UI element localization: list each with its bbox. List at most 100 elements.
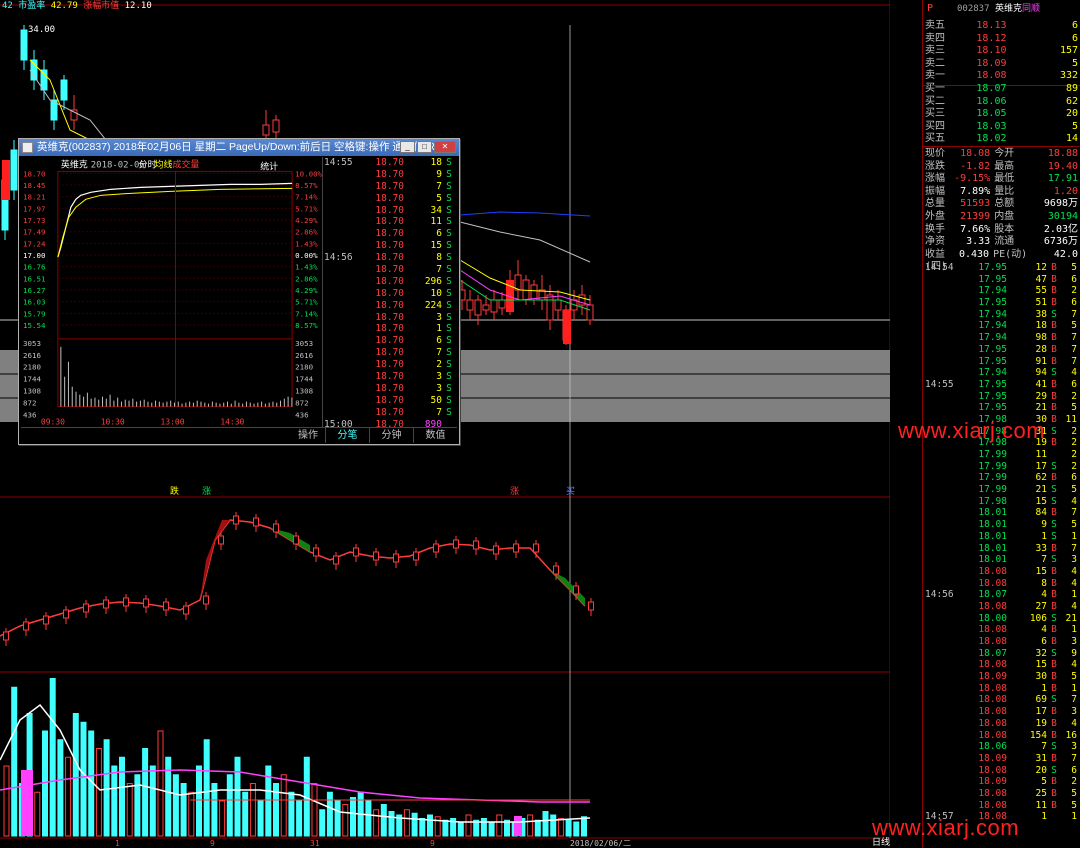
book-volume: 20 — [1065, 108, 1078, 120]
mini-price-label: 16.76 — [23, 263, 46, 272]
popup-tick-time — [324, 347, 368, 359]
mini-date: 2018-02-06 — [91, 160, 145, 170]
book-row[interactable]: 买一 18.07 89 — [925, 83, 1078, 96]
tick-time — [925, 356, 961, 368]
quote-label: 涨幅 — [925, 173, 945, 185]
popup-tick-price: 18.70 — [375, 216, 404, 228]
tab-ticks[interactable]: 分笔 — [325, 428, 369, 443]
popup-tick-row: 18.70 11 S — [324, 216, 459, 228]
quote-value: 7.89% — [960, 185, 991, 197]
candle-body — [262, 124, 270, 136]
popup-tick-time — [324, 181, 368, 193]
candle-body — [474, 299, 482, 316]
book-price: 18.06 — [976, 95, 1007, 107]
tick-volume: 21 — [1035, 402, 1047, 414]
popup-tick-time — [324, 300, 368, 312]
tick-time — [925, 344, 961, 356]
book-row[interactable]: 买四 18.03 5 — [925, 121, 1078, 134]
intraday-popup-window[interactable]: 英维克(002837) 2018年02月06日 星期二 PageUp/Down:… — [18, 138, 460, 445]
candle-body — [554, 299, 562, 311]
tick-list-panel[interactable]: 14:54 17.95 12 B 5 17.95 47 B 6 17.94 55 B 2 17.95 51 B… — [922, 262, 1080, 848]
tick-time — [925, 601, 961, 613]
date-axis-current: 2018/02/06/二 — [570, 839, 631, 848]
tick-direction: S — [1051, 367, 1057, 379]
tick-row: 17.95 28 B 7 — [925, 344, 1078, 356]
mini-vol-label: 1744 — [295, 375, 313, 384]
tick-count: 4 — [1071, 659, 1077, 671]
popup-tick-row: 18.70 6 S — [324, 228, 459, 240]
tick-direction: B — [1051, 378, 1057, 390]
book-price: 18.05 — [976, 108, 1007, 120]
volume-bar — [65, 756, 72, 837]
quote-label: 今开 — [994, 148, 1015, 159]
volume-bar — [465, 814, 472, 837]
mini-mode: 均线 — [155, 158, 173, 170]
book-row[interactable]: 卖一 18.08 332 — [925, 70, 1078, 83]
book-row[interactable]: 卖四 18.12 6 — [925, 33, 1078, 46]
book-row[interactable]: 卖五 18.13 6 — [925, 20, 1078, 33]
tick-row: 18.08 154 B 16 — [925, 730, 1078, 742]
mini-price-label: 17.49 — [23, 228, 45, 237]
candle-body — [20, 29, 28, 61]
mini-vol-label: 872 — [23, 399, 37, 408]
tick-volume: 32 — [1035, 647, 1047, 659]
volume-bar — [11, 686, 18, 837]
book-level-label: 卖一 — [925, 70, 945, 82]
tab-values[interactable]: 数值 — [413, 428, 457, 443]
tick-row: 18.08 4 B 1 — [925, 624, 1078, 636]
intraday-chart[interactable]: 英维克 2018-02-06分时均线 成交量 统计18.70 10.00%18.45 8.… — [21, 157, 323, 427]
tick-time — [925, 274, 961, 286]
tick-count: 6 — [1071, 273, 1077, 285]
tick-volume: 154 — [1029, 729, 1047, 741]
quote-label: 最高 — [994, 160, 1015, 172]
popup-tick-price: 18.70 — [375, 252, 404, 264]
volume-bar — [411, 812, 418, 837]
book-row[interactable]: 买三 18.05 20 — [925, 108, 1078, 121]
popup-tick-time: 14:55 — [324, 157, 353, 168]
quote-label: 流通 — [994, 236, 1015, 248]
candle-body — [573, 585, 579, 595]
volume-bar — [365, 800, 372, 837]
candle-body — [123, 597, 129, 607]
tick-count: 3 — [1071, 636, 1077, 647]
tick-price: 18.08 — [978, 717, 1007, 729]
tick-row: 17.99 62 B 6 — [925, 472, 1078, 484]
tick-count: 7 — [1071, 507, 1077, 519]
tick-price: 18.09 — [978, 752, 1007, 764]
popup-tick-time — [324, 240, 368, 252]
candle-body — [163, 601, 169, 611]
book-row[interactable]: 卖三 18.10 157 — [925, 45, 1078, 58]
book-row[interactable]: 买五 18.02 14 — [925, 133, 1078, 146]
tick-row: 17.98 15 S 4 — [925, 496, 1078, 508]
tick-direction: B — [1051, 390, 1057, 402]
bid-levels: 买一 18.07 89 买二 18.06 62 买三 18.05 20 买四 18.03 5 买五 18.… — [925, 83, 1078, 146]
book-row[interactable]: 卖二 18.09 5 — [925, 58, 1078, 71]
date-axis-label: 9 — [430, 839, 435, 848]
tick-count: 2 — [1071, 437, 1077, 449]
mini-time-label: 10:30 — [101, 418, 125, 427]
tick-price: 18.08 — [978, 659, 1007, 671]
tick-time — [925, 391, 961, 403]
tick-count: 3 — [1071, 554, 1077, 566]
tick-volume: 12 — [1035, 262, 1047, 273]
maximize-button[interactable]: □ — [417, 141, 432, 153]
close-button[interactable]: ✕ — [434, 141, 456, 153]
book-row[interactable]: 买二 18.06 62 — [925, 96, 1078, 109]
tick-direction: B — [1051, 320, 1057, 332]
tick-volume: 29 — [1035, 390, 1047, 402]
tab-minutes[interactable]: 分钟 — [369, 428, 413, 443]
tick-row: 18.01 7 S 3 — [925, 554, 1078, 566]
app-icon — [22, 142, 33, 153]
operate-button[interactable]: 操作 — [293, 428, 323, 443]
popup-titlebar[interactable]: 英维克(002837) 2018年02月06日 星期二 PageUp/Down:… — [19, 139, 459, 156]
minimize-button[interactable]: _ — [400, 141, 415, 153]
book-level-label: 买三 — [925, 108, 945, 120]
volume-bar — [3, 765, 10, 837]
signal-label: 涨 — [202, 486, 211, 497]
tick-time — [925, 320, 961, 332]
candle-body — [413, 551, 419, 561]
volume-bar — [234, 756, 241, 837]
tick-count: 4 — [1071, 600, 1077, 612]
popup-tick-time — [324, 216, 368, 228]
volume-bar — [226, 774, 233, 837]
